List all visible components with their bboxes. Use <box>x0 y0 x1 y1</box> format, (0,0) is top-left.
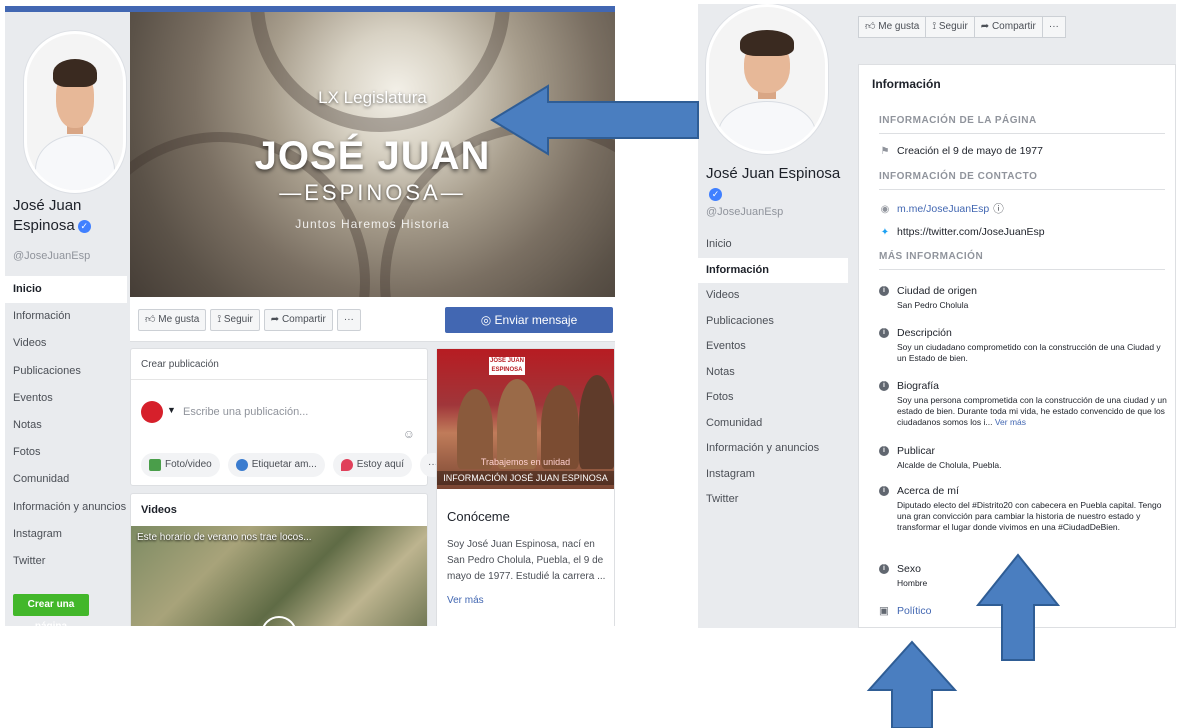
arrow-up-icon <box>975 553 1061 661</box>
annotation-arrows <box>490 84 1061 728</box>
arrow-up-icon <box>866 640 958 728</box>
arrow-left-icon <box>490 84 699 156</box>
